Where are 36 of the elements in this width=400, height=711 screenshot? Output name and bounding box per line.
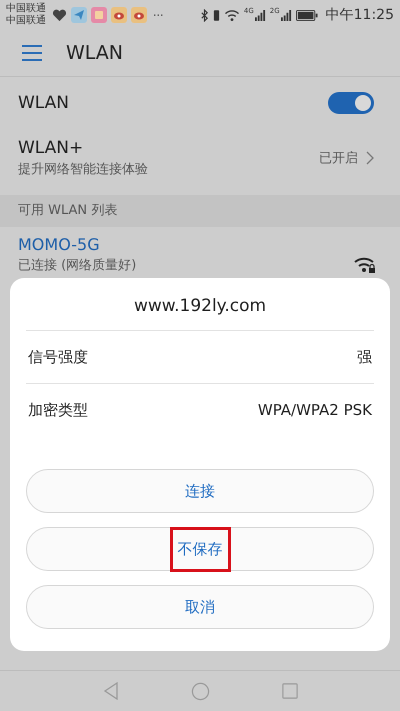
- info-value: WPA/WPA2 PSK: [258, 401, 372, 419]
- carrier-name: 中国联通: [6, 3, 46, 14]
- menu-icon[interactable]: [22, 45, 42, 61]
- setting-value[interactable]: 已开启: [319, 149, 358, 167]
- battery-icon: [296, 10, 318, 20]
- back-icon[interactable]: [102, 682, 118, 700]
- dialog-button[interactable]: 连接: [26, 469, 374, 513]
- setting-description: 提升网络智能连接体验: [18, 161, 149, 178]
- app-icon: [91, 7, 107, 23]
- network-name[interactable]: MOMO-5G: [18, 235, 346, 254]
- bluetooth-icon: [200, 8, 209, 22]
- info-label: 信号强度: [28, 348, 88, 366]
- paper-plane-icon: [71, 7, 87, 23]
- dialog-button[interactable]: 不保存: [26, 527, 374, 571]
- setting-title: WLAN: [18, 93, 70, 113]
- eye-app-icon: [111, 7, 127, 23]
- section-header: 可用 WLAN 列表: [0, 195, 400, 227]
- setting-title: WLAN+: [18, 138, 84, 158]
- dialog-title: www.192ly.com: [132, 295, 268, 318]
- info-label: 加密类型: [28, 400, 88, 420]
- signal-icon: [280, 10, 292, 20]
- recents-icon[interactable]: [282, 683, 298, 699]
- clock-time: 中午11:25: [326, 6, 394, 24]
- wifi-icon: [224, 8, 240, 22]
- eye-app-icon: [131, 7, 147, 23]
- info-value: 强: [357, 348, 372, 366]
- network-status: 已连接 (网络质量好): [18, 257, 138, 274]
- chevron-right-icon: [366, 151, 374, 165]
- more-notifications: ···: [153, 8, 164, 22]
- carrier-name: 中国联通: [6, 15, 46, 27]
- home-icon[interactable]: [190, 682, 210, 700]
- signal-icon: [254, 10, 266, 20]
- dialog-button[interactable]: 取消: [26, 585, 374, 629]
- wlan-toggle[interactable]: [328, 92, 374, 114]
- heart-icon: [52, 8, 67, 22]
- screen-title: WLAN: [66, 42, 124, 64]
